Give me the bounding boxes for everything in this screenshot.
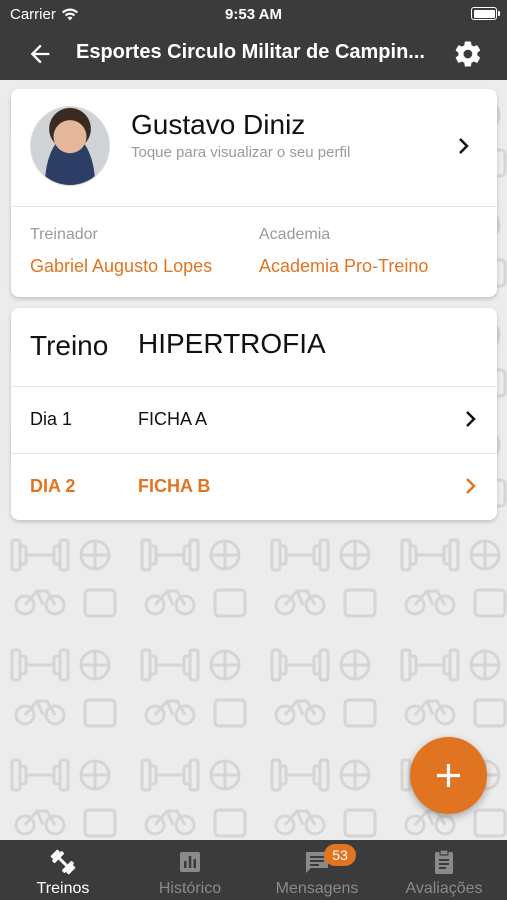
- workout-day-row[interactable]: Dia 1 FICHA A: [11, 387, 497, 453]
- workout-label: Treino: [30, 330, 109, 361]
- chart-icon: [180, 852, 200, 872]
- workout-name: HIPERTROFIA: [138, 328, 326, 359]
- unread-badge: 53: [324, 844, 356, 866]
- tab-avaliacoes[interactable]: Avaliações: [381, 840, 507, 900]
- app-bar: Esportes Circulo Militar de Campin...: [0, 28, 507, 80]
- profile-name: Gustavo Diniz: [131, 109, 306, 140]
- avatar[interactable]: [30, 106, 110, 186]
- tab-mensagens[interactable]: 53 Mensagens: [254, 840, 380, 900]
- workout-card: Treino HIPERTROFIA Dia 1 FICHA A DIA 2 F…: [11, 308, 497, 520]
- tab-historico[interactable]: Histórico: [127, 840, 253, 900]
- day-label: DIA 2: [30, 476, 76, 496]
- dumbbell-icon: [50, 849, 76, 875]
- plus-icon: [437, 764, 460, 787]
- bottom-nav: Treinos Histórico 53 Mensagens Avaliaçõe…: [0, 840, 507, 900]
- profile-subtitle: Toque para visualizar o seu perfil: [131, 144, 351, 161]
- tab-label: Mensagens: [275, 880, 359, 897]
- add-button[interactable]: [410, 737, 487, 814]
- divider: [11, 206, 497, 207]
- trainer-label: Treinador: [30, 226, 98, 243]
- page-title: Esportes Circulo Militar de Campin...: [76, 41, 425, 63]
- tab-label: Avaliações: [405, 880, 483, 897]
- day-label: Dia 1: [30, 409, 73, 429]
- tab-label: Treinos: [36, 880, 90, 897]
- chevron-right-icon[interactable]: [457, 136, 471, 156]
- clock: 9:53 AM: [225, 6, 282, 23]
- gym-label: Academia: [259, 226, 331, 243]
- trainer-name: Gabriel Augusto Lopes: [30, 256, 213, 276]
- tab-treinos[interactable]: Treinos: [0, 840, 126, 900]
- sheet-label: FICHA A: [138, 409, 208, 429]
- tab-label: Histórico: [158, 880, 222, 897]
- chevron-right-icon: [466, 478, 476, 494]
- sheet-label: FICHA B: [138, 476, 211, 496]
- status-bar: Carrier 9:53 AM: [0, 0, 507, 28]
- gym-name: Academia Pro-Treino: [259, 256, 429, 276]
- battery-icon: [471, 7, 500, 20]
- back-arrow-icon[interactable]: [26, 40, 54, 68]
- profile-card[interactable]: Gustavo Diniz Toque para visualizar o se…: [11, 89, 497, 297]
- chevron-right-icon: [466, 411, 476, 427]
- gear-icon[interactable]: [453, 39, 483, 69]
- workout-day-row-active[interactable]: DIA 2 FICHA B: [11, 454, 497, 520]
- clipboard-icon: [435, 849, 453, 874]
